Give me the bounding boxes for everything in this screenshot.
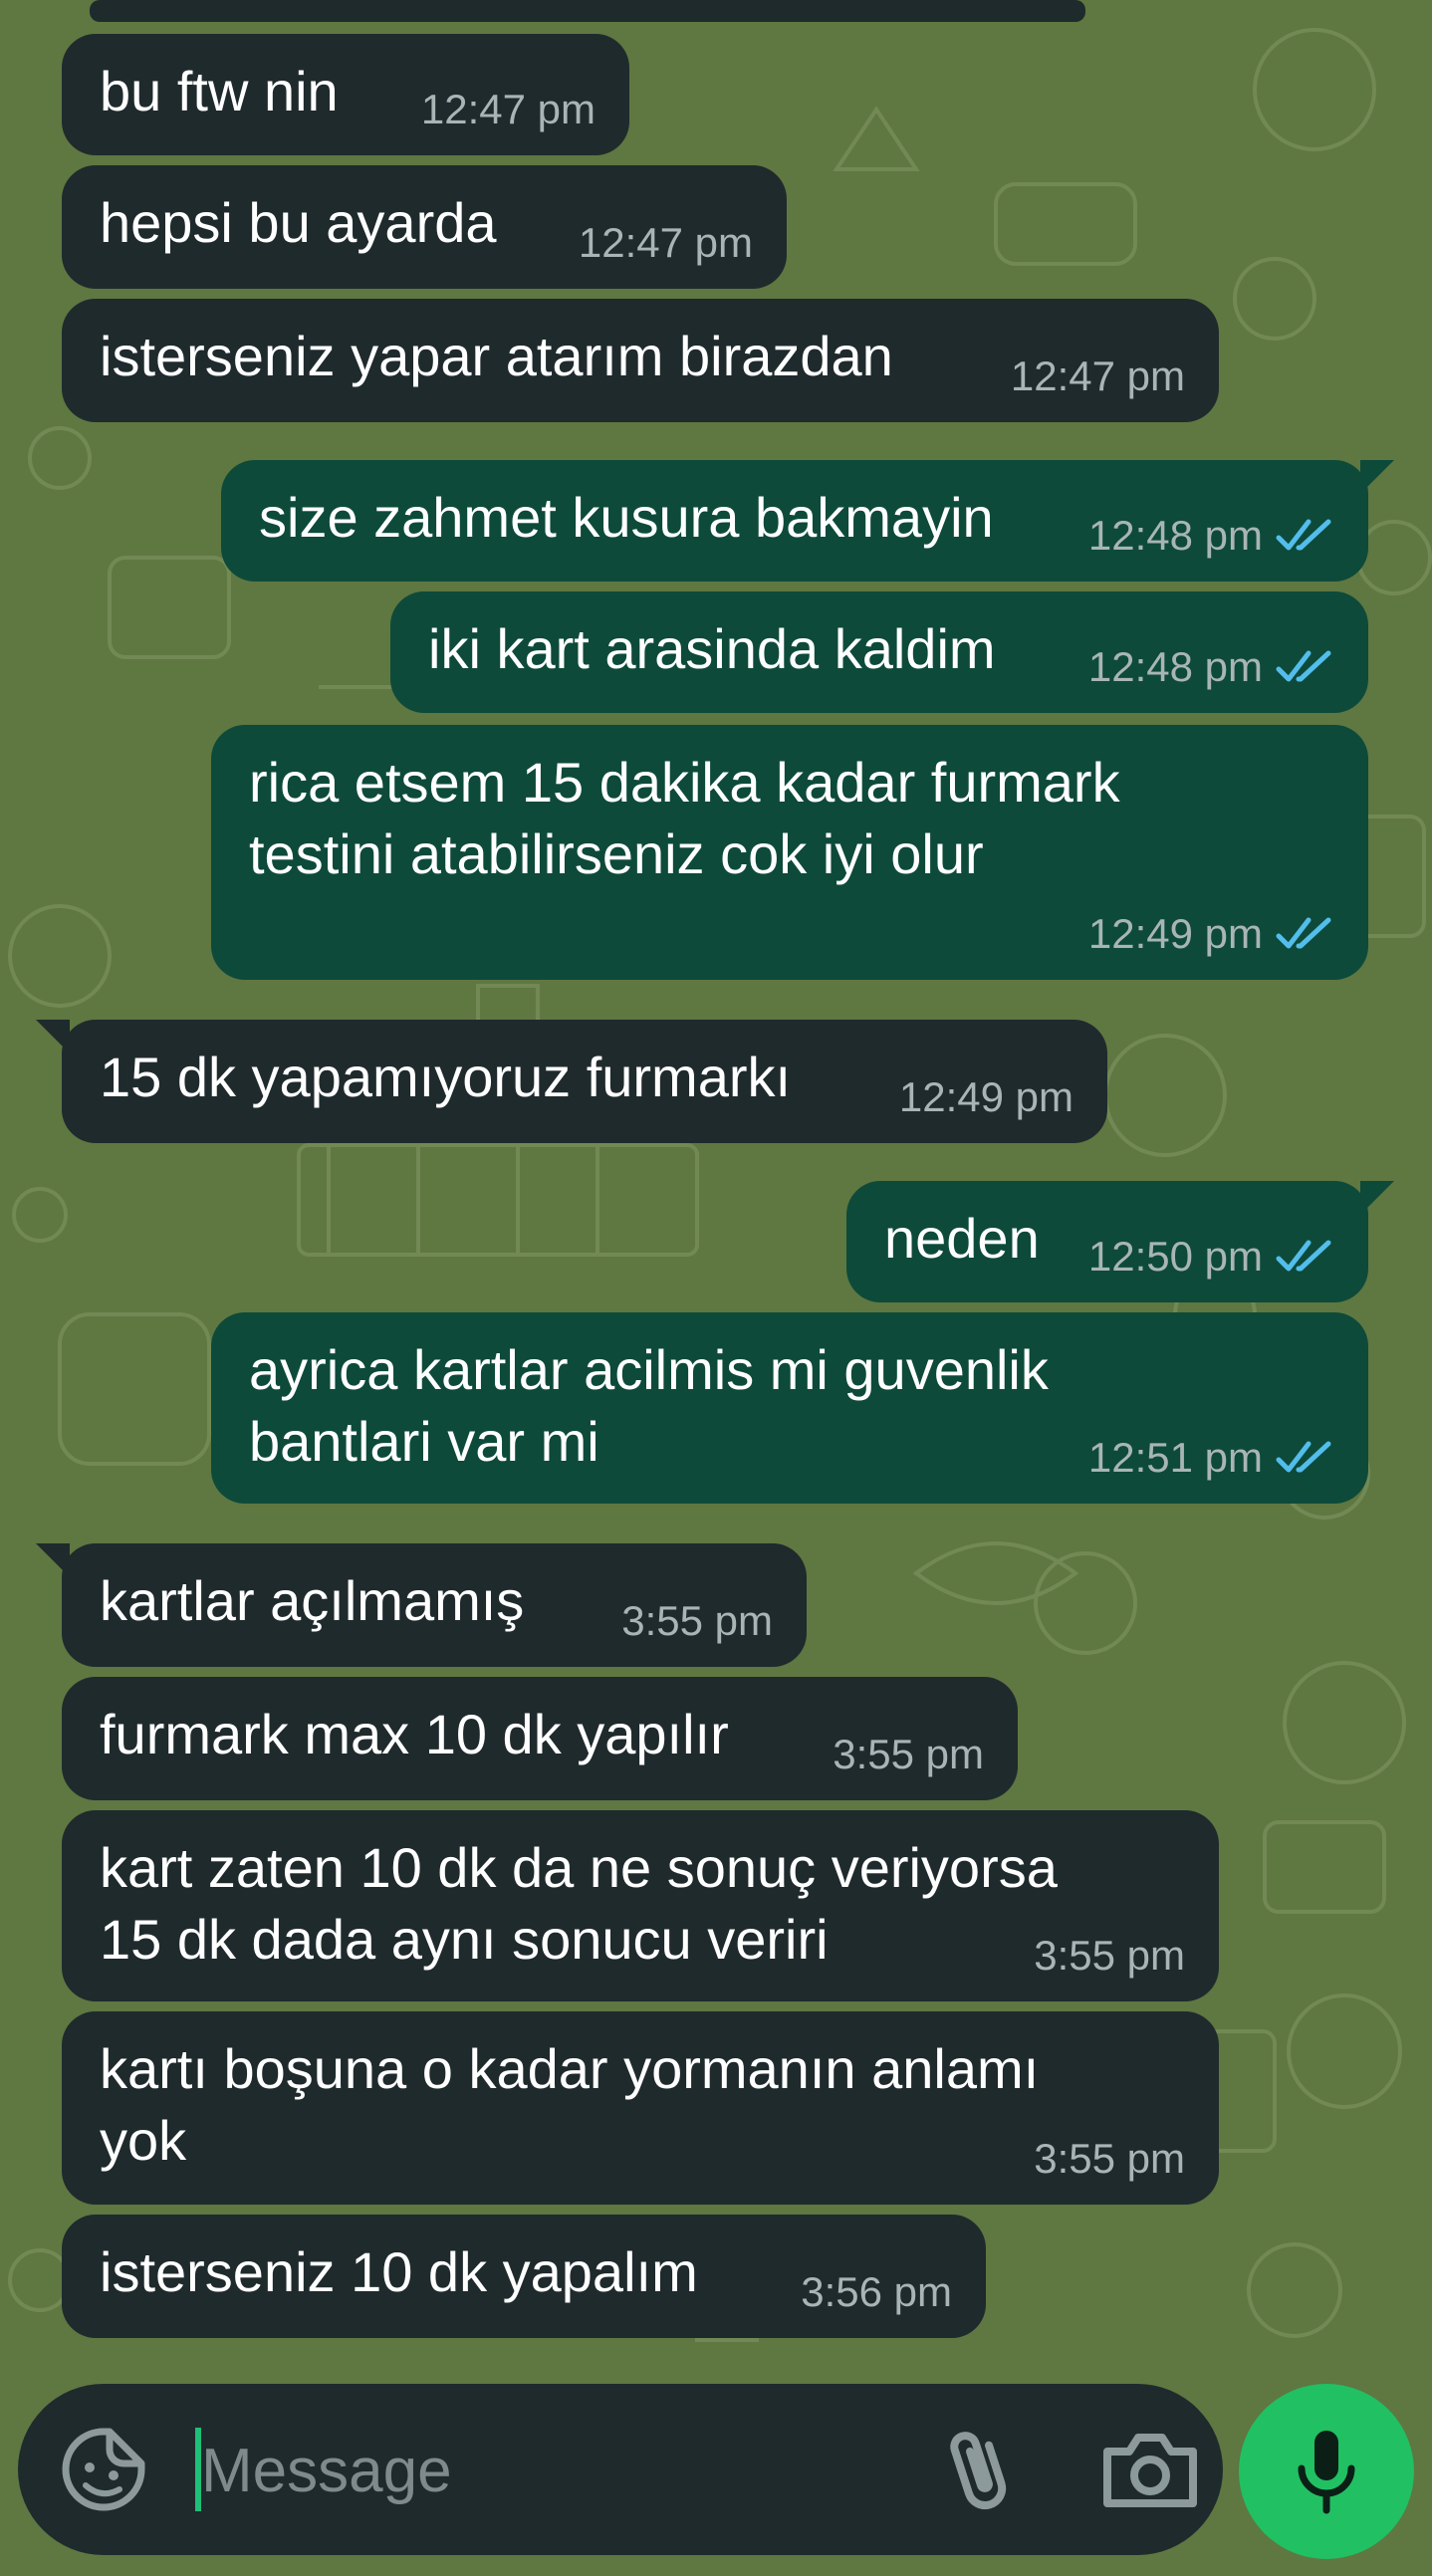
message-time: 12:47 pm: [1010, 352, 1185, 399]
incoming-message[interactable]: hepsi bu ayarda 12:47 pm: [62, 165, 787, 289]
message-meta: 12:47 pm: [421, 86, 596, 133]
outgoing-message[interactable]: neden 12:50 pm: [846, 1181, 1394, 1302]
message-time: 12:49 pm: [898, 1073, 1074, 1120]
incoming-message[interactable]: isterseniz 10 dk yapalım 3:56 pm: [62, 2215, 986, 2338]
message-time: 3:55 pm: [833, 1731, 984, 1777]
camera-icon[interactable]: [1095, 2424, 1205, 2515]
voice-message-button[interactable]: [1239, 2384, 1414, 2559]
message-meta: 12:47 pm: [1011, 352, 1185, 400]
message-meta: 3:55 pm: [1034, 2135, 1185, 2183]
message-meta: 3:55 pm: [1034, 1932, 1185, 1980]
message-meta: 12:51 pm: [1088, 1434, 1334, 1482]
message-list[interactable]: bu ftw nin 12:47 pm hepsi bu ayarda 12:4…: [0, 0, 1432, 2370]
read-receipt-icon: [1276, 1441, 1331, 1473]
message-time: 12:48 pm: [1087, 643, 1263, 690]
paperclip-icon[interactable]: [934, 2420, 1024, 2519]
incoming-message[interactable]: bu ftw nin 12:47 pm: [62, 34, 629, 155]
message-meta: 12:48 pm: [1088, 512, 1334, 560]
message-meta: 3:55 pm: [833, 1731, 984, 1778]
read-receipt-icon: [1276, 519, 1331, 551]
message-time: 12:49 pm: [1087, 910, 1263, 957]
message-time: 12:51 pm: [1087, 1434, 1263, 1481]
read-receipt-icon: [1276, 650, 1331, 682]
read-receipt-icon: [1276, 1240, 1331, 1272]
read-receipt-icon: [1276, 917, 1331, 949]
message-text: kartı boşuna o kadar yormanın anlamı yok: [100, 2037, 1040, 2172]
message-time: 12:47 pm: [420, 86, 596, 132]
message-time: 12:48 pm: [1087, 512, 1263, 559]
incoming-message[interactable]: isterseniz yapar atarım birazdan 12:47 p…: [62, 299, 1219, 422]
message-meta: 3:56 pm: [801, 2268, 952, 2316]
microphone-icon: [1298, 2431, 1355, 2514]
incoming-message[interactable]: kartı boşuna o kadar yormanın anlamı yok…: [62, 2011, 1219, 2205]
incoming-message[interactable]: kart zaten 10 dk da ne sonuç veriyorsa 1…: [62, 1810, 1219, 2001]
incoming-message[interactable]: kartlar açılmamış 3:55 pm: [36, 1543, 807, 1667]
incoming-message[interactable]: furmark max 10 dk yapılır 3:55 pm: [62, 1677, 1018, 1800]
message-meta: 12:49 pm: [1088, 910, 1334, 958]
message-time: 12:50 pm: [1087, 1233, 1263, 1280]
message-text: rica etsem 15 dakika kadar furmark testi…: [249, 751, 1120, 885]
outgoing-message[interactable]: size zahmet kusura bakmayin 12:48 pm: [221, 460, 1394, 582]
message-input[interactable]: [199, 2420, 900, 2521]
message-meta: 12:48 pm: [1088, 643, 1334, 691]
message-text: kart zaten 10 dk da ne sonuç veriyorsa 1…: [100, 1836, 1058, 1971]
message-time: 12:47 pm: [578, 219, 753, 266]
message-time: 3:55 pm: [1034, 1932, 1185, 1979]
message-meta: 12:47 pm: [579, 219, 753, 267]
outgoing-message[interactable]: rica etsem 15 dakika kadar furmark testi…: [211, 725, 1368, 980]
outgoing-message[interactable]: iki kart arasinda kaldim 12:48 pm: [390, 591, 1368, 713]
message-time: 3:56 pm: [801, 2268, 952, 2315]
message-meta: 12:49 pm: [899, 1073, 1074, 1121]
sticker-icon[interactable]: [58, 2424, 149, 2515]
outgoing-message[interactable]: ayrica kartlar acilmis mi guvenlik bantl…: [211, 1312, 1368, 1504]
incoming-message[interactable]: 15 dk yapamıyoruz furmarkı 12:49 pm: [36, 1020, 1107, 1143]
message-time: 3:55 pm: [1034, 2135, 1185, 2182]
message-time: 3:55 pm: [621, 1597, 773, 1644]
message-meta: 3:55 pm: [621, 1597, 773, 1645]
message-meta: 12:50 pm: [1088, 1233, 1334, 1281]
message-composer: [18, 2384, 1223, 2555]
